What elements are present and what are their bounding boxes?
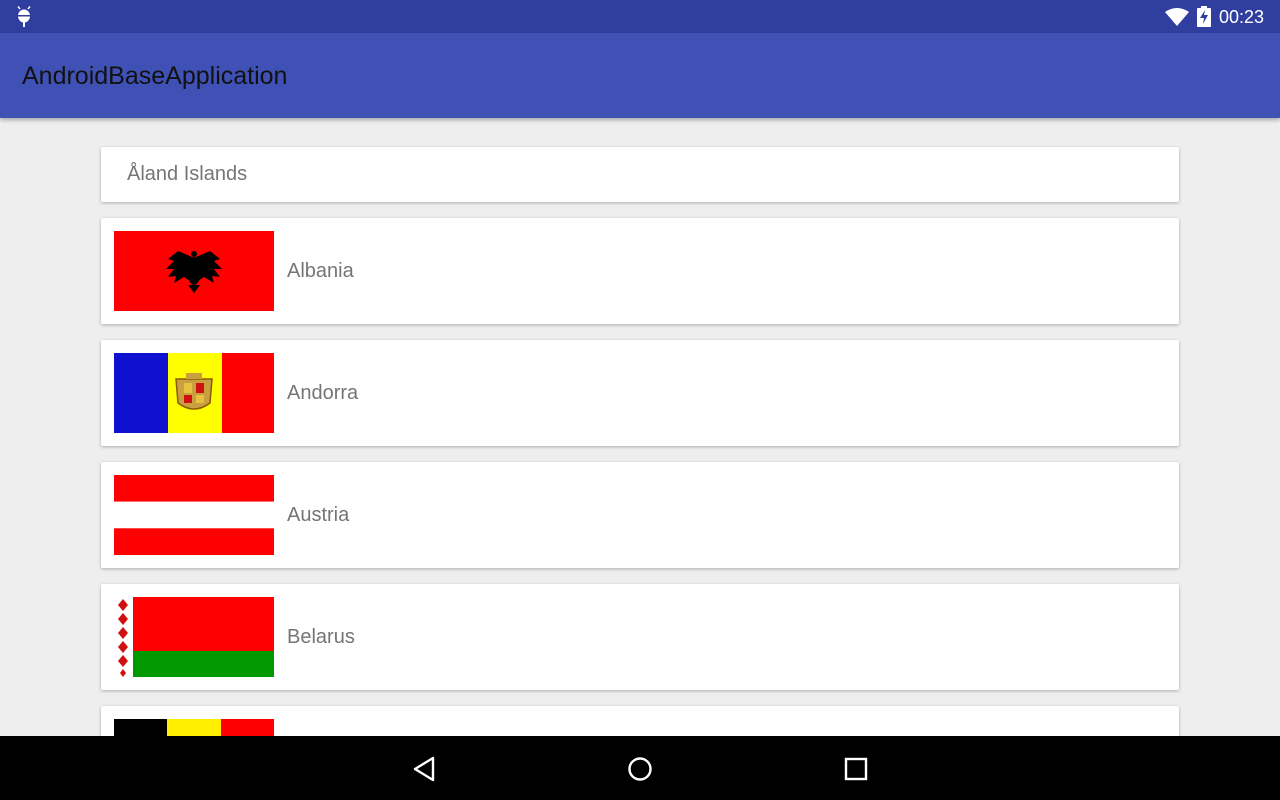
country-list[interactable]: Åland Islands Albania Andorra Austria Be… (0, 118, 1280, 736)
list-item-label: Belarus (287, 626, 355, 648)
andorra-flag-icon (114, 353, 274, 433)
belarus-flag-icon (114, 597, 274, 677)
android-debug-icon (17, 6, 31, 27)
status-clock: 00:23 (1219, 7, 1265, 27)
belgium-flag-icon (114, 719, 274, 736)
list-item-austria[interactable]: Austria (101, 462, 1179, 568)
app-title: AndroidBaseApplication (22, 62, 288, 90)
navigation-bar (0, 736, 1280, 800)
list-item-header[interactable]: Åland Islands (101, 147, 1179, 202)
status-bar: 00:23 (0, 0, 1280, 33)
list-item-label: Austria (287, 504, 350, 526)
battery-charging-icon (1197, 6, 1211, 27)
app-bar: AndroidBaseApplication (0, 33, 1280, 118)
recents-icon[interactable] (842, 755, 870, 783)
list-item-andorra[interactable]: Andorra (101, 340, 1179, 446)
list-item-label: Andorra (287, 382, 359, 404)
list-item-belgium[interactable] (101, 706, 1179, 736)
list-item-belarus[interactable]: Belarus (101, 584, 1179, 690)
back-icon[interactable] (411, 755, 439, 783)
austria-flag-icon (114, 475, 274, 555)
list-item-albania[interactable]: Albania (101, 218, 1179, 324)
home-icon[interactable] (626, 755, 654, 783)
wifi-icon (1165, 8, 1189, 26)
albania-flag-icon (114, 231, 274, 311)
list-item-label: Åland Islands (127, 163, 248, 185)
list-item-label: Albania (287, 260, 354, 282)
